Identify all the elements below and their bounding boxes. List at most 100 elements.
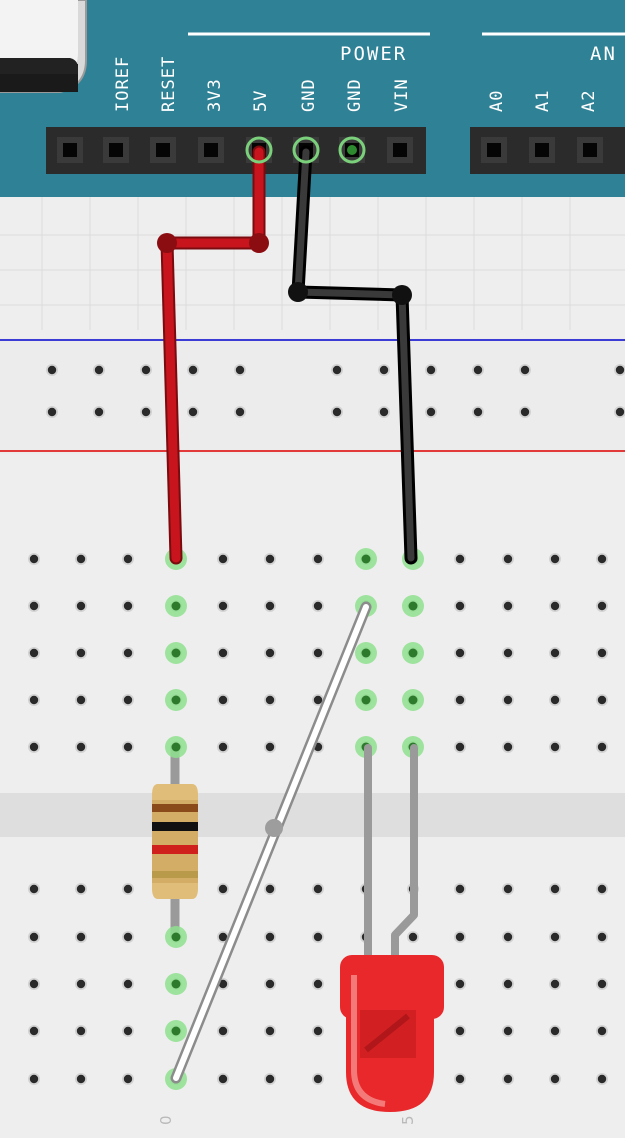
- connection-highlight-center: [171, 1026, 181, 1036]
- breadboard-hole-center: [141, 365, 151, 375]
- breadboard-hole-center: [265, 1074, 275, 1084]
- breadboard-hole-center: [455, 932, 465, 942]
- breadboard-hole-center: [313, 1026, 323, 1036]
- header-connection-dot: [347, 145, 357, 155]
- breadboard-hole-center: [265, 932, 275, 942]
- breadboard-hole-center: [218, 742, 228, 752]
- breadboard-hole-center: [123, 554, 133, 564]
- breadboard-body: [0, 196, 625, 1138]
- breadboard-hole-center: [265, 648, 275, 658]
- breadboard-hole-center: [520, 407, 530, 417]
- breadboard-hole-center: [550, 695, 560, 705]
- breadboard-hole-center: [29, 1074, 39, 1084]
- breadboard-hole-center: [313, 601, 323, 611]
- header-pin: [57, 137, 83, 163]
- breadboard-hole-center: [29, 884, 39, 894]
- breadboard-hole-center: [503, 601, 513, 611]
- connection-highlight-center: [171, 648, 181, 658]
- header-pin: [198, 137, 224, 163]
- connection-highlight-center: [171, 601, 181, 611]
- circuit-diagram: 0 5 POWER AN IOREF RESET 3V3 5V GND GND …: [0, 0, 625, 1138]
- breadboard-hole-center: [188, 407, 198, 417]
- breadboard-hole-center: [76, 884, 86, 894]
- breadboard-hole-center: [550, 601, 560, 611]
- breadboard-hole-center: [123, 932, 133, 942]
- breadboard-hole-center: [503, 648, 513, 658]
- breadboard-hole-center: [503, 695, 513, 705]
- breadboard-hole-center: [218, 554, 228, 564]
- breadboard-hole-center: [455, 979, 465, 989]
- resistor-band-brown: [152, 804, 198, 812]
- power-rail-area: [0, 338, 625, 454]
- breadboard-hole-center: [29, 695, 39, 705]
- column-number-5: 5: [399, 1115, 417, 1125]
- breadboard-hole-center: [550, 742, 560, 752]
- breadboard-hole-center: [47, 365, 57, 375]
- breadboard-hole-center: [76, 601, 86, 611]
- pin-label-gnd-2: GND: [345, 78, 365, 112]
- breadboard-hole-center: [313, 648, 323, 658]
- breadboard-hole-center: [455, 648, 465, 658]
- breadboard-hole-center: [123, 1026, 133, 1036]
- breadboard-hole-center: [265, 1026, 275, 1036]
- breadboard-hole-center: [550, 884, 560, 894]
- breadboard-hole-center: [76, 1026, 86, 1036]
- breadboard-hole-center: [123, 742, 133, 752]
- breadboard-hole-center: [455, 695, 465, 705]
- breadboard-hole-center: [123, 884, 133, 894]
- breadboard-hole-center: [218, 695, 228, 705]
- header-pin: [481, 137, 507, 163]
- connection-highlight-center: [408, 601, 418, 611]
- breadboard-hole-center: [235, 365, 245, 375]
- breadboard-hole-center: [550, 648, 560, 658]
- center-channel: [0, 793, 625, 837]
- breadboard-hole-center: [188, 365, 198, 375]
- breadboard-hole-center: [550, 1074, 560, 1084]
- connection-highlight-center: [171, 979, 181, 989]
- breadboard-hole-center: [29, 601, 39, 611]
- breadboard-hole-center: [218, 601, 228, 611]
- breadboard-hole-center: [29, 648, 39, 658]
- breadboard-hole-center: [455, 1074, 465, 1084]
- breadboard-hole-center: [76, 932, 86, 942]
- breadboard-hole-center: [473, 407, 483, 417]
- pin-label-ioref: IOREF: [113, 56, 133, 112]
- pin-label-3v3: 3V3: [205, 78, 225, 112]
- connection-highlight-center: [171, 695, 181, 705]
- breadboard-hole-center: [29, 742, 39, 752]
- breadboard-hole-center: [313, 1074, 323, 1084]
- breadboard-hole-center: [29, 554, 39, 564]
- breadboard-hole-center: [503, 554, 513, 564]
- breadboard-hole-center: [218, 1026, 228, 1036]
- connection-highlight-center: [408, 695, 418, 705]
- breadboard-hole-center: [597, 884, 607, 894]
- breadboard-hole-center: [313, 884, 323, 894]
- breadboard-hole-center: [332, 407, 342, 417]
- breadboard-hole-center: [426, 407, 436, 417]
- pin-label-5v: 5V: [251, 90, 271, 112]
- pin-label-a2: A2: [579, 90, 599, 112]
- breadboard-hole-center: [123, 1074, 133, 1084]
- header-pin: [577, 137, 603, 163]
- pin-label-gnd-1: GND: [299, 78, 319, 112]
- breadboard-hole-center: [426, 365, 436, 375]
- pin-label-reset: RESET: [159, 56, 179, 112]
- breadboard-hole-center: [265, 601, 275, 611]
- breadboard-hole-center: [76, 554, 86, 564]
- breadboard-hole-center: [218, 884, 228, 894]
- breadboard-hole-center: [597, 1026, 607, 1036]
- breadboard-hole-center: [520, 365, 530, 375]
- breadboard-hole-center: [76, 979, 86, 989]
- pin-label-vin: VIN: [392, 78, 412, 112]
- breadboard-hole-center: [29, 932, 39, 942]
- connection-highlight-center: [171, 742, 181, 752]
- breadboard-hole-center: [265, 884, 275, 894]
- breadboard-hole-center: [265, 554, 275, 564]
- connection-highlight-center: [171, 932, 181, 942]
- breadboard-hole-center: [123, 648, 133, 658]
- breadboard-hole-center: [597, 554, 607, 564]
- breadboard-hole-center: [379, 365, 389, 375]
- breadboard-hole-center: [332, 365, 342, 375]
- breadboard-hole-center: [408, 932, 418, 942]
- breadboard-hole-center: [29, 979, 39, 989]
